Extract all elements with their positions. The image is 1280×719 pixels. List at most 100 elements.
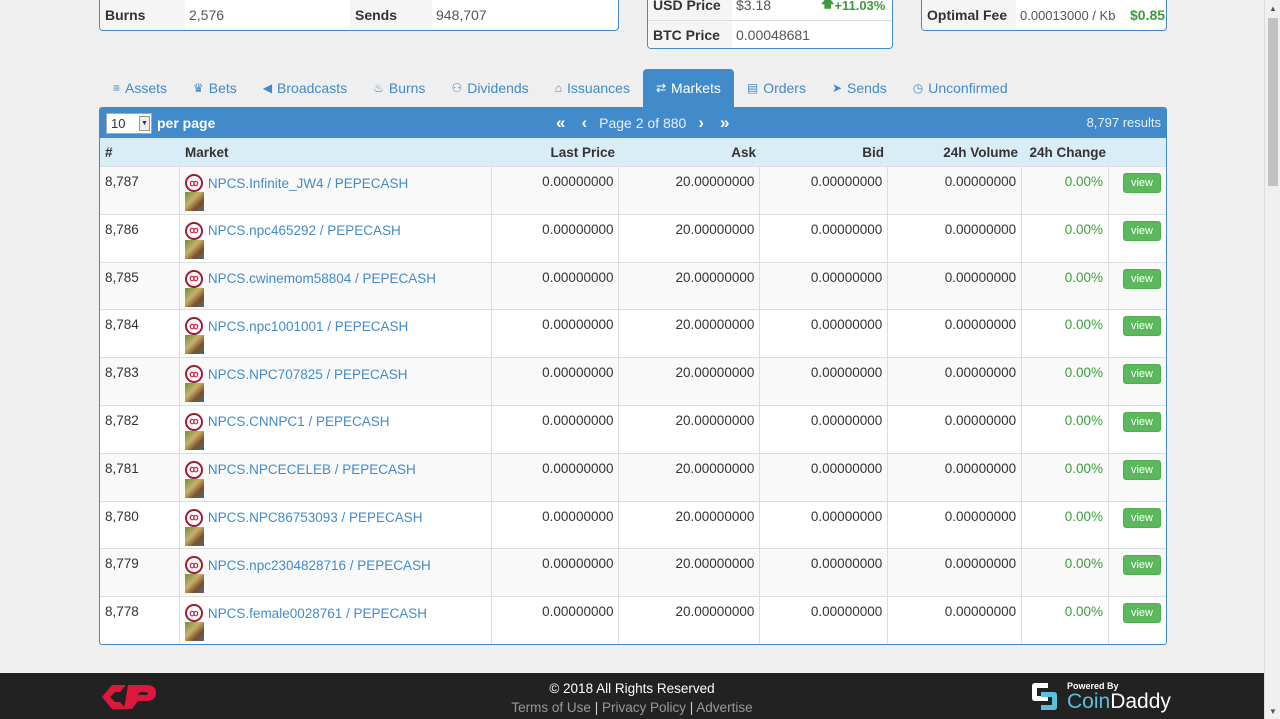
last-price: 0.00000000: [492, 453, 620, 501]
asset-thumbnail: [184, 335, 204, 355]
scroll-thumb[interactable]: [1268, 18, 1278, 186]
page-scrollbar[interactable]: ▲ ▼: [1264, 0, 1280, 719]
privacy-link[interactable]: Privacy Policy: [602, 700, 686, 715]
last-price: 0.00000000: [492, 549, 620, 597]
per-page-select[interactable]: 10 ▼: [106, 112, 152, 134]
market-cell: ꝏ NPCS.npc2304828716 / PEPECASH: [180, 549, 492, 597]
asset-thumbnail: [184, 430, 204, 450]
counterparty-asset-icon: ꝏ: [184, 221, 203, 240]
tab-label: Sends: [847, 80, 887, 96]
counterparty-asset-icon: ꝏ: [184, 317, 203, 336]
tab-unconfirmed[interactable]: ◷ Unconfirmed: [900, 69, 1021, 107]
market-link[interactable]: NPCS.npc1001001 / PEPECASH: [208, 319, 408, 334]
ask-price: 20.00000000: [619, 405, 761, 453]
market-cell: ꝏ NPCS.NPC86753093 / PEPECASH: [180, 501, 492, 549]
market-cell: ꝏ NPCS.cwinemom58804 / PEPECASH: [180, 262, 492, 310]
change-24h: 0.00%: [1022, 453, 1110, 501]
action-cell: view: [1109, 597, 1166, 644]
view-button[interactable]: view: [1122, 173, 1161, 193]
last-page-icon[interactable]: »: [712, 113, 737, 133]
ask-price: 20.00000000: [619, 262, 761, 310]
action-cell: view: [1109, 263, 1166, 310]
view-button[interactable]: view: [1122, 507, 1161, 528]
page-indicator: Page 2 of 880: [599, 115, 687, 131]
row-id: 8,784: [100, 310, 180, 358]
change-24h: 0.00%: [1022, 262, 1110, 310]
market-link[interactable]: NPCS.NPCECELEB / PEPECASH: [208, 462, 416, 477]
market-link[interactable]: NPCS.npc465292 / PEPECASH: [208, 223, 401, 238]
bid-price: 0.00000000: [760, 501, 889, 549]
tab-markets[interactable]: ⇄ Markets: [642, 69, 734, 107]
prev-page-icon[interactable]: ‹: [573, 113, 595, 133]
table-header: # Market Last Price Ask Bid 24h Volume 2…: [100, 138, 1166, 166]
tab-assets[interactable]: ≡ Assets: [100, 69, 180, 107]
bullhorn-icon: ◀: [262, 81, 273, 95]
market-link[interactable]: NPCS.female0028761 / PEPECASH: [208, 606, 427, 621]
view-button[interactable]: view: [1122, 364, 1161, 385]
tab-dividends[interactable]: ⚇ Dividends: [438, 69, 541, 107]
advertise-link[interactable]: Advertise: [696, 700, 752, 715]
action-cell: view: [1109, 454, 1166, 501]
change-24h: 0.00%: [1022, 358, 1110, 405]
market-link[interactable]: NPCS.CNNPC1 / PEPECASH: [208, 414, 390, 429]
tab-bets[interactable]: ♛ Bets: [180, 69, 250, 107]
tab-label: Dividends: [467, 80, 529, 96]
row-id: 8,779: [100, 549, 180, 597]
tab-orders[interactable]: ▤ Orders: [734, 69, 819, 107]
counterparty-asset-icon: ꝏ: [184, 412, 203, 431]
view-button[interactable]: view: [1122, 555, 1161, 576]
scroll-down-icon[interactable]: ▼: [1265, 703, 1280, 719]
view-button[interactable]: view: [1122, 316, 1161, 337]
view-button[interactable]: view: [1122, 268, 1161, 289]
action-cell: view: [1109, 358, 1166, 405]
table-body: 8,787 ꝏ NPCS.Infinite_JW4 / PEPECASH 0.0000…: [100, 166, 1166, 644]
view-button[interactable]: view: [1122, 459, 1161, 480]
last-price: 0.00000000: [492, 310, 620, 358]
table-row: 8,779 ꝏ NPCS.npc2304828716 / PEPECASH 0.000…: [100, 548, 1166, 597]
action-cell: view: [1109, 310, 1166, 357]
tab-issuances[interactable]: ⌂ Issuances: [542, 69, 643, 107]
market-link[interactable]: NPCS.Infinite_JW4 / PEPECASH: [208, 176, 408, 191]
tab-broadcasts[interactable]: ◀ Broadcasts: [250, 69, 360, 107]
burns-value: 2,576: [189, 7, 225, 23]
row-id: 8,783: [100, 358, 180, 405]
ask-price: 20.00000000: [619, 167, 761, 214]
view-button[interactable]: view: [1122, 220, 1161, 241]
volume-24h: 0.00000000: [888, 501, 1023, 549]
market-link[interactable]: NPCS.npc2304828716 / PEPECASH: [208, 558, 431, 573]
bid-price: 0.00000000: [760, 262, 889, 310]
col-ask: Ask: [731, 144, 756, 160]
tab-sends[interactable]: ➤ Sends: [819, 69, 900, 107]
next-page-icon[interactable]: ›: [690, 113, 712, 133]
scroll-up-icon[interactable]: ▲: [1265, 0, 1280, 16]
table-row: 8,783 ꝏ NPCS.NPC707825 / PEPECASH 0.0000000…: [100, 357, 1166, 405]
tab-label: Unconfirmed: [928, 80, 1008, 96]
book-icon: ▤: [746, 81, 759, 95]
last-price: 0.00000000: [492, 405, 620, 453]
bid-price: 0.00000000: [760, 214, 889, 262]
first-page-icon[interactable]: «: [548, 113, 573, 133]
col-bid: Bid: [862, 144, 884, 160]
powered-by-coindaddy[interactable]: Powered By CoinDaddy: [1028, 680, 1171, 713]
counterparty-asset-icon: ꝏ: [184, 365, 203, 384]
market-link[interactable]: NPCS.NPC86753093 / PEPECASH: [208, 510, 423, 525]
trophy-icon: ♛: [193, 81, 204, 95]
volume-24h: 0.00000000: [888, 549, 1023, 597]
coindaddy-icon: [1032, 683, 1057, 710]
market-cell: ꝏ NPCS.Infinite_JW4 / PEPECASH: [180, 167, 492, 214]
coindaddy-wordmark: CoinDaddy: [1067, 689, 1171, 713]
bid-price: 0.00000000: [760, 358, 889, 405]
market-link[interactable]: NPCS.cwinemom58804 / PEPECASH: [208, 271, 436, 286]
optimal-fee-label: Optimal Fee: [922, 0, 1016, 30]
arrow-up-icon: 🡅: [821, 0, 835, 10]
fire-icon: ♨: [373, 81, 384, 95]
view-button[interactable]: view: [1122, 603, 1161, 624]
market-link[interactable]: NPCS.NPC707825 / PEPECASH: [208, 367, 408, 382]
tab-burns[interactable]: ♨ Burns: [360, 69, 438, 107]
view-button[interactable]: view: [1122, 411, 1161, 432]
row-id: 8,782: [100, 405, 180, 453]
paper-plane-icon: ➤: [831, 81, 843, 95]
terms-link[interactable]: Terms of Use: [511, 700, 591, 715]
col-id: #: [105, 144, 113, 160]
sends-value: 948,707: [436, 7, 487, 23]
